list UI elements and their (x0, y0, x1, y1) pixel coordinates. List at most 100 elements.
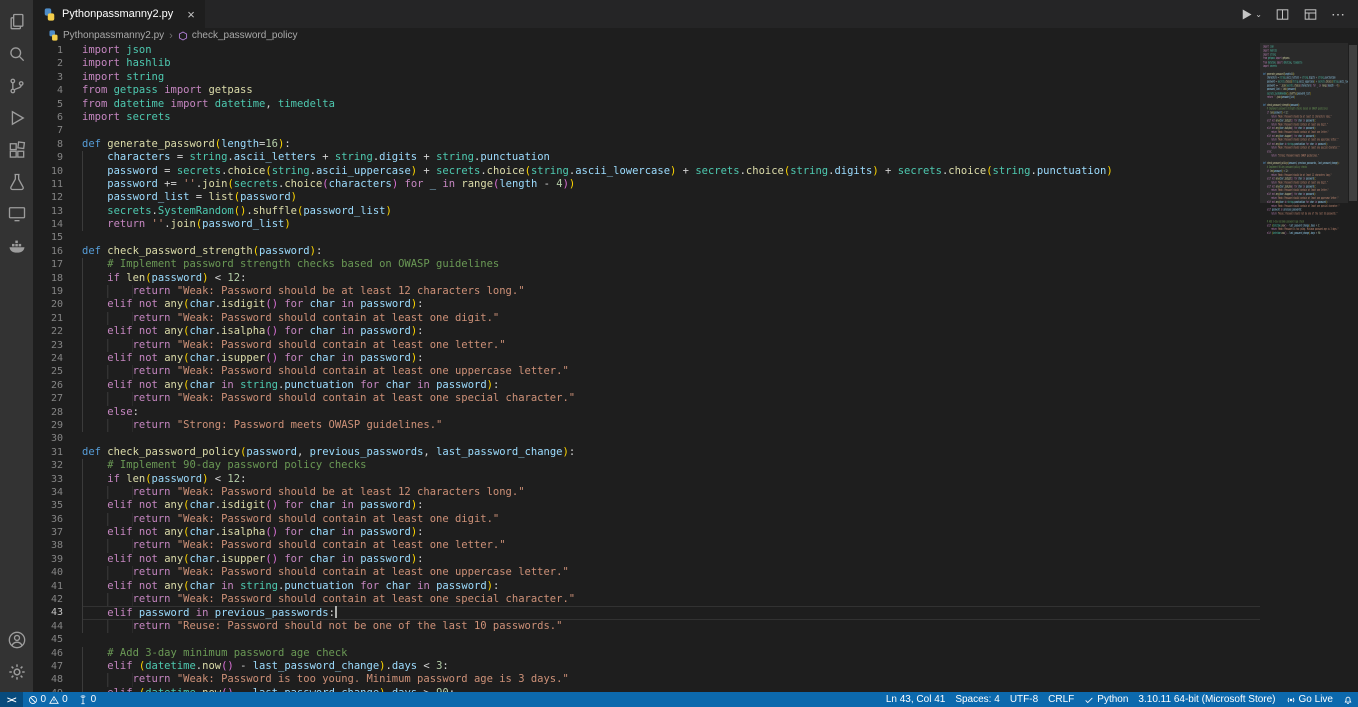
testing-icon[interactable] (4, 169, 30, 194)
cursor-position[interactable]: Ln 43, Col 41 (881, 692, 951, 707)
line-number[interactable]: 9 (33, 151, 63, 164)
line-content[interactable]: # Add 3-day minimum password age check (82, 646, 1260, 660)
line-number[interactable]: 31 (33, 446, 63, 459)
code-line[interactable]: 35 elif not any(char.isdigit() for char i… (33, 499, 1260, 513)
line-number[interactable]: 48 (33, 673, 63, 686)
line-content[interactable]: elif password in previous_passwords: (82, 606, 1260, 620)
code-line[interactable]: 45 (33, 633, 1260, 646)
line-number[interactable]: 12 (33, 191, 63, 204)
code-line[interactable]: 23 return "Weak: Password should contain … (33, 338, 1260, 352)
line-number[interactable]: 10 (33, 165, 63, 178)
line-content[interactable]: return "Weak: Password should be at leas… (82, 285, 1260, 299)
code-line[interactable]: 34 return "Weak: Password should be at le… (33, 485, 1260, 500)
remote-explorer-icon[interactable] (4, 201, 30, 226)
code-line[interactable]: 22 elif not any(char.isalpha() for char i… (33, 325, 1260, 339)
line-number[interactable]: 39 (33, 553, 63, 566)
line-content[interactable]: return "Weak: Password should contain at… (82, 566, 1260, 580)
line-number[interactable]: 25 (33, 365, 63, 378)
line-content[interactable]: return "Weak: Password should be at leas… (82, 485, 1260, 500)
line-number[interactable]: 47 (33, 660, 63, 673)
code-line[interactable]: 11 password += ''.join(secrets.choice(cha… (33, 177, 1260, 192)
line-number[interactable]: 33 (33, 473, 63, 486)
tab-pythonpassmanny2[interactable]: Pythonpassmanny2.py × (33, 0, 206, 28)
line-content[interactable] (82, 124, 1260, 137)
line-number[interactable]: 36 (33, 513, 63, 526)
run-debug-icon[interactable] (4, 105, 30, 130)
breadcrumb-file[interactable]: Pythonpassmanny2.py (48, 30, 164, 41)
line-content[interactable]: password = secrets.choice(string.ascii_u… (82, 164, 1260, 178)
line-content[interactable]: elif (datetime.now() - last_password_cha… (82, 686, 1260, 692)
line-content[interactable]: import json (82, 44, 1260, 57)
code-line[interactable]: 48 return "Weak: Password is too young. M… (33, 673, 1260, 687)
line-number[interactable]: 13 (33, 205, 63, 218)
extensions-icon[interactable] (4, 137, 30, 162)
code-line[interactable]: 38 return "Weak: Password should contain … (33, 539, 1260, 553)
line-content[interactable] (82, 432, 1260, 445)
line-content[interactable]: elif not any(char.isalpha() for char in … (82, 526, 1260, 540)
code-line[interactable]: 41 elif not any(char in string.punctuatio… (33, 579, 1260, 594)
line-number[interactable]: 17 (33, 258, 63, 271)
line-content[interactable] (82, 231, 1260, 244)
line-number[interactable]: 35 (33, 499, 63, 512)
code-line[interactable]: 17 # Implement password strength checks b… (33, 258, 1260, 272)
line-number[interactable]: 42 (33, 593, 63, 606)
code-line[interactable]: 19 return "Weak: Password should be at le… (33, 285, 1260, 299)
code-line[interactable]: 28 else: (33, 405, 1260, 419)
code-line[interactable]: 24 elif not any(char.isupper() for char i… (33, 351, 1260, 366)
breadcrumb-symbol[interactable]: check_password_policy (178, 30, 297, 41)
line-number[interactable]: 14 (33, 218, 63, 231)
line-number[interactable]: 29 (33, 419, 63, 432)
code-line[interactable]: 30 (33, 432, 1260, 445)
code-line[interactable]: 26 elif not any(char in string.punctuatio… (33, 378, 1260, 393)
line-number[interactable]: 37 (33, 526, 63, 539)
line-number[interactable]: 4 (33, 84, 63, 97)
line-number[interactable]: 19 (33, 285, 63, 298)
line-content[interactable]: from datetime import datetime, timedelta (82, 98, 1260, 111)
line-number[interactable]: 5 (33, 98, 63, 111)
code-line[interactable]: 39 elif not any(char.isupper() for char i… (33, 552, 1260, 567)
line-number[interactable]: 30 (33, 432, 63, 445)
vertical-scrollbar[interactable] (1348, 43, 1358, 692)
line-content[interactable]: return ''.join(password_list) (82, 218, 1260, 232)
line-content[interactable]: elif not any(char.isupper() for char in … (82, 351, 1260, 366)
line-content[interactable]: def generate_password(length=16): (82, 138, 1260, 151)
line-number[interactable]: 41 (33, 580, 63, 593)
line-number[interactable]: 46 (33, 647, 63, 660)
line-number[interactable]: 24 (33, 352, 63, 365)
docker-icon[interactable] (4, 233, 30, 258)
line-content[interactable]: secrets.SystemRandom().shuffle(password_… (82, 204, 1260, 219)
code-line[interactable]: 5 from datetime import datetime, timedelt… (33, 98, 1260, 111)
search-icon[interactable] (4, 41, 30, 66)
code-line[interactable]: 32 # Implement 90-day password policy che… (33, 459, 1260, 473)
line-content[interactable]: elif not any(char.isupper() for char in … (82, 552, 1260, 567)
line-content[interactable]: password_list = list(password) (82, 191, 1260, 205)
line-content[interactable]: return "Weak: Password should contain at… (82, 338, 1260, 352)
line-content[interactable]: elif not any(char in string.punctuation … (82, 579, 1260, 594)
code-line[interactable]: 14 return ''.join(password_list) (33, 218, 1260, 232)
line-content[interactable]: import secrets (82, 111, 1260, 124)
line-content[interactable]: return "Reuse: Password should not be on… (82, 619, 1260, 634)
line-number[interactable]: 18 (33, 272, 63, 285)
code-line[interactable]: 27 return "Weak: Password should contain … (33, 392, 1260, 406)
line-number[interactable]: 20 (33, 298, 63, 311)
problems-indicator[interactable]: 0 0 (23, 692, 73, 707)
line-number[interactable]: 28 (33, 406, 63, 419)
code-line[interactable]: 3 import string (33, 71, 1260, 84)
line-number[interactable]: 27 (33, 392, 63, 405)
line-number[interactable]: 16 (33, 245, 63, 258)
split-editor-button[interactable] (1275, 7, 1290, 22)
code-line[interactable]: 6 import secrets (33, 111, 1260, 124)
line-content[interactable]: elif (datetime.now() - last_password_cha… (82, 659, 1260, 674)
scrollbar-thumb[interactable] (1349, 45, 1357, 201)
line-content[interactable]: elif not any(char.isdigit() for char in … (82, 499, 1260, 513)
line-content[interactable]: elif not any(char.isalpha() for char in … (82, 325, 1260, 339)
line-content[interactable]: def check_password_strength(password): (82, 245, 1260, 258)
line-number[interactable]: 44 (33, 620, 63, 633)
line-content[interactable]: return "Weak: Password should contain at… (82, 512, 1260, 527)
code-line[interactable]: 33 if len(password) < 12: (33, 472, 1260, 486)
go-live-button[interactable]: Go Live (1281, 692, 1338, 707)
line-content[interactable]: elif not any(char.isdigit() for char in … (82, 298, 1260, 312)
code-line[interactable]: 44 return "Reuse: Password should not be … (33, 619, 1260, 634)
line-number[interactable]: 23 (33, 339, 63, 352)
eol-sequence[interactable]: CRLF (1043, 692, 1079, 707)
